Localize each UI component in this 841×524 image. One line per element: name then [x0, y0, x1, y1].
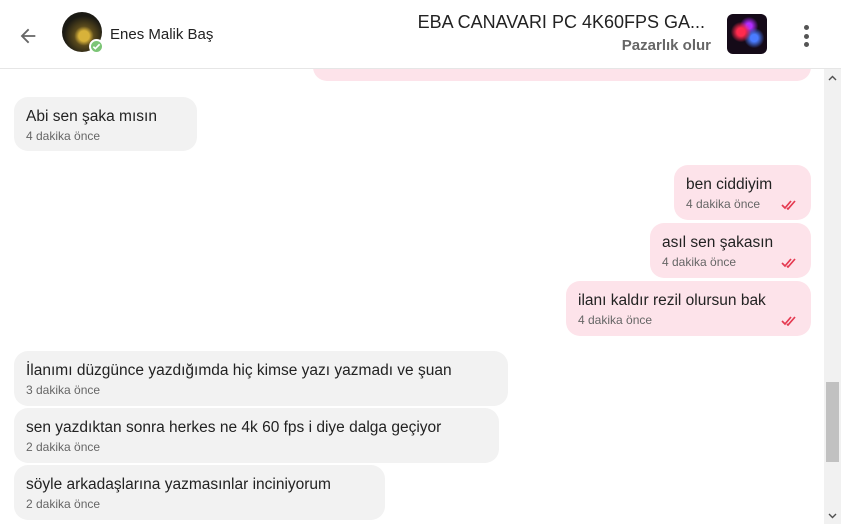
- more-vertical-icon: [803, 25, 809, 30]
- message-bubble-incoming: söyle arkadaşlarına yazmasınlar inciniyo…: [14, 465, 385, 520]
- more-vertical-icon-dot: [803, 42, 809, 47]
- scrollbar[interactable]: [824, 69, 841, 524]
- message-time: 4 dakika önce: [662, 255, 737, 269]
- chevron-down-icon: [828, 513, 837, 518]
- more-options-button[interactable]: [796, 22, 816, 50]
- arrow-left-icon: [20, 28, 36, 44]
- user-avatar[interactable]: [62, 12, 104, 54]
- user-name[interactable]: Enes Malik Baş: [110, 26, 213, 43]
- message-text: söyle arkadaşlarına yazmasınlar inciniyo…: [26, 476, 331, 493]
- message-text: ilanı kaldır rezil olursun bak: [578, 292, 766, 309]
- message-text: sen yazdıktan sonra herkes ne 4k 60 fps …: [26, 419, 442, 436]
- more-vertical-icon-dot: [803, 33, 809, 39]
- message-bubble-outgoing: ben ciddiyim 4 dakika önce: [674, 165, 811, 220]
- chevron-up-icon: [828, 75, 837, 80]
- double-check-icon: [781, 258, 796, 268]
- message-time: 2 dakika önce: [26, 497, 101, 511]
- listing-subtitle: Pazarlık olur: [621, 37, 711, 54]
- message-bubble-outgoing: ilanı kaldır rezil olursun bak 4 dakika …: [566, 281, 811, 336]
- listing-title[interactable]: EBA CANAVARI PC 4K60FPS GA...: [415, 12, 705, 33]
- back-button[interactable]: [14, 22, 42, 50]
- message-bubble-incoming: sen yazdıktan sonra herkes ne 4k 60 fps …: [14, 408, 499, 463]
- message-text: asıl sen şakasın: [662, 234, 774, 251]
- message-bubble-outgoing: asıl sen şakasın 4 dakika önce: [650, 223, 811, 278]
- message-bubble-outgoing: [313, 69, 811, 81]
- message-time: 4 dakika önce: [26, 129, 101, 143]
- message-list[interactable]: Abi sen şaka mısın 4 dakika önce ben cid…: [0, 69, 824, 524]
- message-bubble-incoming: Abi sen şaka mısın 4 dakika önce: [14, 97, 197, 151]
- double-check-icon: [781, 200, 796, 210]
- message-bubble-incoming: İlanımı düzgünce yazdığımda hiç kimse ya…: [14, 351, 508, 406]
- message-text: İlanımı düzgünce yazdığımda hiç kimse ya…: [26, 362, 452, 379]
- check-badge-icon: [89, 39, 104, 54]
- message-text: ben ciddiyim: [686, 176, 773, 193]
- message-time: 4 dakika önce: [578, 313, 653, 327]
- message-time: 3 dakika önce: [26, 383, 101, 397]
- chat-header: Enes Malik Baş EBA CANAVARI PC 4K60FPS G…: [0, 0, 841, 69]
- message-time: 2 dakika önce: [26, 440, 101, 454]
- double-check-icon: [781, 316, 796, 326]
- scroll-up-button[interactable]: [824, 69, 841, 86]
- message-text: Abi sen şaka mısın: [26, 108, 157, 125]
- scroll-down-button[interactable]: [824, 507, 841, 524]
- scrollbar-thumb[interactable]: [826, 382, 839, 462]
- listing-thumbnail[interactable]: [727, 14, 767, 54]
